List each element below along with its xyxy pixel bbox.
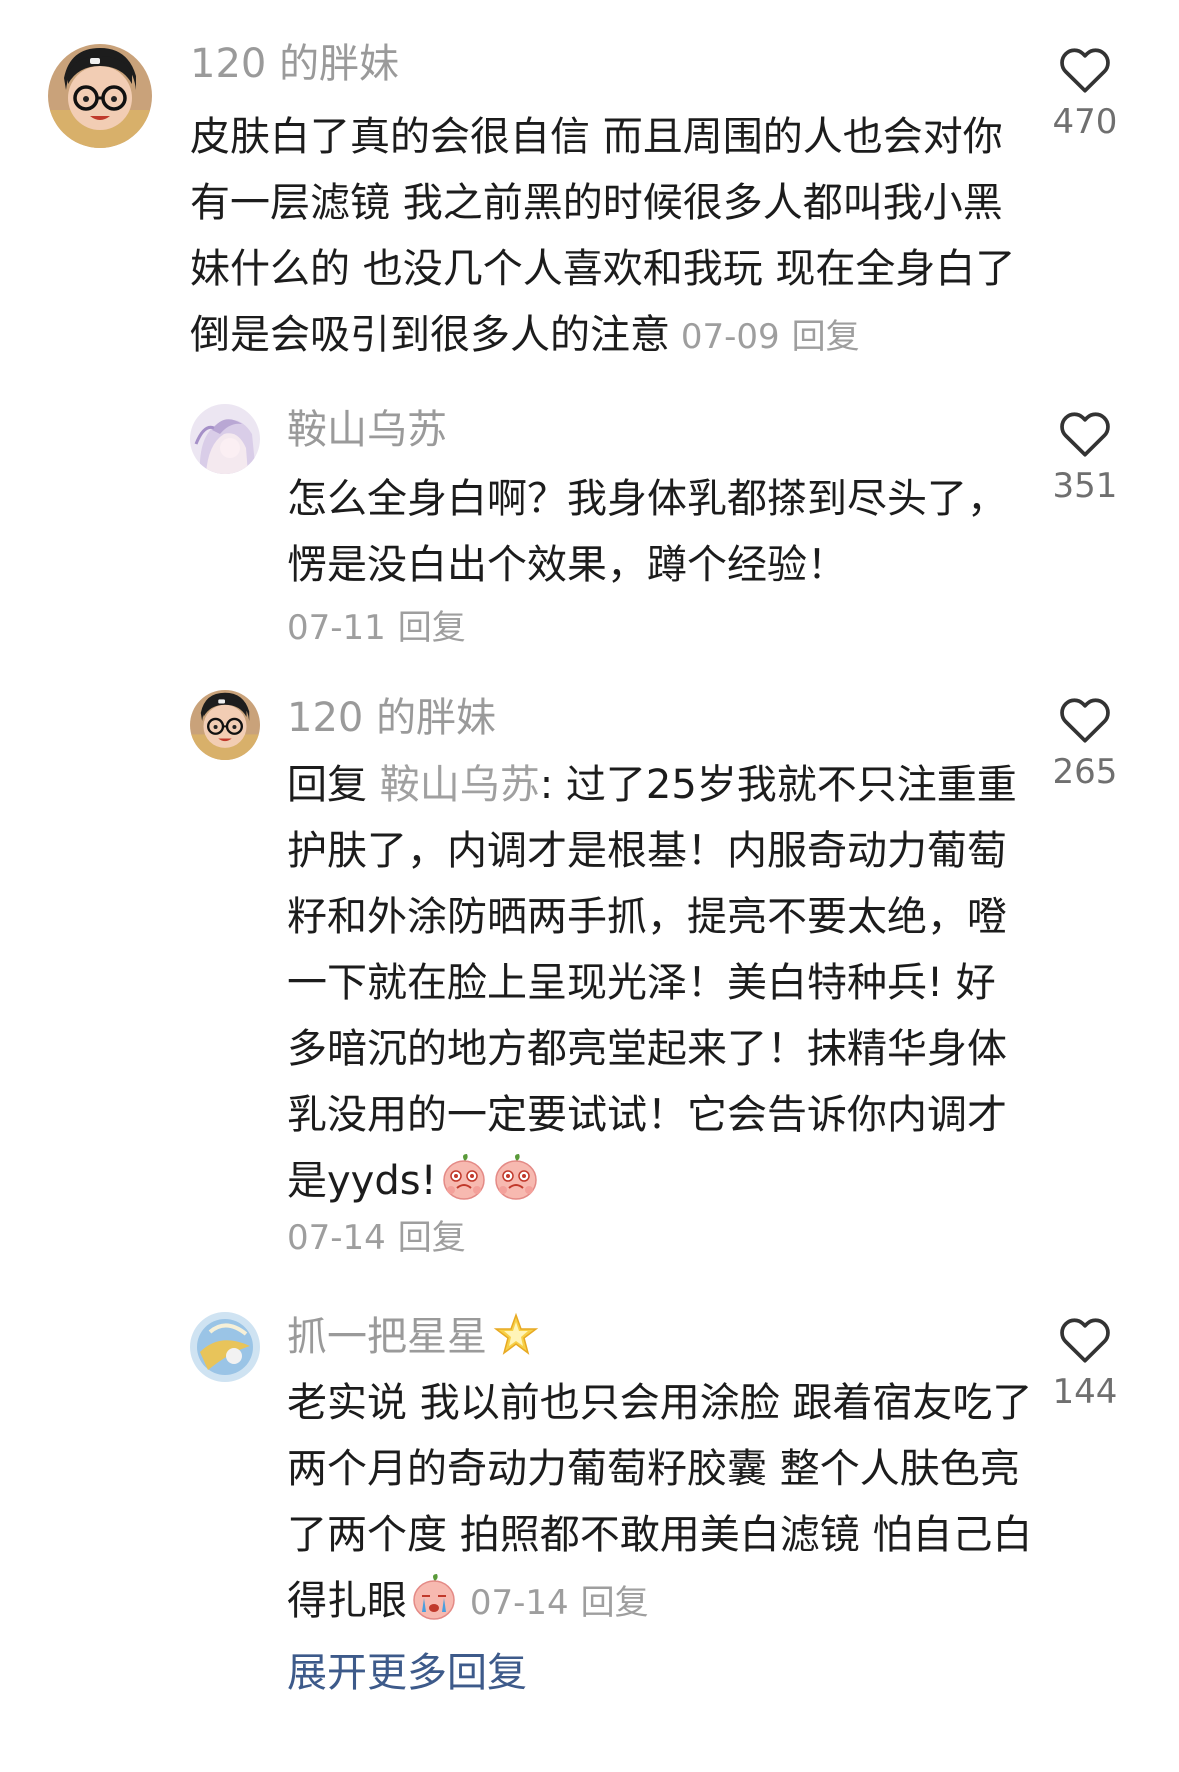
comment-body: : 过了25岁我就不只注重重护肤了，内调才是根基！内服奇动力葡萄籽和外涂防晒两手… bbox=[287, 762, 1017, 1204]
like-count: 144 bbox=[1052, 1372, 1118, 1412]
reply-button[interactable]: 回复 bbox=[398, 1218, 466, 1258]
peach-face-emoji-icon bbox=[439, 1152, 489, 1202]
comment-text: 皮肤白了真的会很自信 而且周围的人也会对你有一层滤镜 我之前黑的时候很多人都叫我… bbox=[190, 104, 1030, 370]
comment-date: 07-09 bbox=[680, 317, 780, 357]
heart-icon bbox=[1060, 698, 1110, 743]
heart-icon bbox=[1060, 48, 1110, 93]
like-count: 265 bbox=[1052, 752, 1118, 792]
comment-username[interactable]: 鞍山乌苏 bbox=[287, 406, 447, 454]
reply-button[interactable]: 回复 bbox=[398, 608, 466, 648]
comment-text: 老实说 我以前也只会用涂脸 跟着宿友吃了两个月的奇动力葡萄籽胶囊 整个人肤色亮了… bbox=[287, 1370, 1047, 1636]
reply-button[interactable]: 回复 bbox=[792, 317, 860, 357]
girl-with-glasses-avatar-icon bbox=[48, 44, 152, 148]
like-count: 351 bbox=[1052, 466, 1118, 506]
expand-more-replies-link[interactable]: 展开更多回复 bbox=[287, 1648, 527, 1698]
user-avatar[interactable] bbox=[48, 44, 152, 148]
comment-meta: 07-11 回复 bbox=[287, 604, 466, 652]
anime-girl-avatar-icon bbox=[190, 404, 260, 474]
comment-text: 怎么全身白啊？我身体乳都搽到尽头了，愣是没白出个效果，蹲个经验！ bbox=[287, 466, 1033, 598]
user-avatar[interactable] bbox=[190, 404, 260, 474]
comment-date: 07-14 bbox=[469, 1583, 569, 1623]
star-badge-icon bbox=[493, 1312, 539, 1358]
comment-body: 怎么全身白啊？我身体乳都搽到尽头了，愣是没白出个效果，蹲个经验！ bbox=[287, 476, 1007, 588]
comment-meta: 07-14 回复 bbox=[287, 1214, 466, 1262]
like-button[interactable]: 351 bbox=[1030, 410, 1140, 506]
user-avatar[interactable] bbox=[190, 690, 260, 760]
blue-art-avatar-icon bbox=[190, 1312, 260, 1382]
user-avatar[interactable] bbox=[190, 1312, 260, 1382]
mention-link[interactable]: 鞍山乌苏 bbox=[380, 762, 540, 808]
comment-date: 07-11 bbox=[287, 608, 386, 648]
peach-face-emoji-icon bbox=[491, 1152, 541, 1202]
comment-username[interactable]: 120 的胖妹 bbox=[287, 694, 496, 742]
comment-text: 回复 鞍山乌苏: 过了25岁我就不只注重重护肤了，内调才是根基！内服奇动力葡萄籽… bbox=[287, 752, 1033, 1214]
girl-with-glasses-avatar-icon bbox=[190, 690, 260, 760]
like-button[interactable]: 144 bbox=[1030, 1316, 1140, 1412]
reply-prefix: 回复 bbox=[287, 762, 367, 808]
comment-meta: 07-09 回复 bbox=[670, 317, 860, 357]
like-button[interactable]: 470 bbox=[1030, 46, 1140, 142]
comment-date: 07-14 bbox=[287, 1218, 386, 1258]
comment-username[interactable]: 120 的胖妹 bbox=[190, 40, 399, 88]
comment-body: 皮肤白了真的会很自信 而且周围的人也会对你有一层滤镜 我之前黑的时候很多人都叫我… bbox=[190, 114, 1016, 358]
reply-button[interactable]: 回复 bbox=[581, 1583, 649, 1623]
comment-body: 老实说 我以前也只会用涂脸 跟着宿友吃了两个月的奇动力葡萄籽胶囊 整个人肤色亮了… bbox=[287, 1380, 1033, 1624]
like-count: 470 bbox=[1052, 102, 1118, 142]
heart-icon bbox=[1060, 412, 1110, 457]
comment-username-text: 抓一把星星 bbox=[287, 1314, 487, 1360]
comment-username[interactable]: 抓一把星星 bbox=[287, 1312, 539, 1361]
comment-meta: 07-14 回复 bbox=[459, 1583, 649, 1623]
crying-peach-emoji-icon bbox=[409, 1572, 459, 1622]
like-button[interactable]: 265 bbox=[1030, 696, 1140, 792]
heart-icon bbox=[1060, 1318, 1110, 1363]
